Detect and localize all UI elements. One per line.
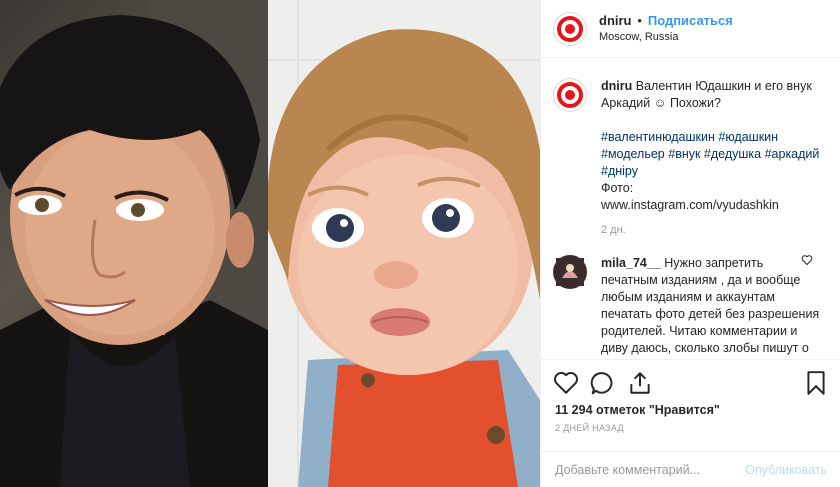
location-link[interactable]: Moscow, Russia bbox=[599, 29, 733, 45]
header-username[interactable]: dniru bbox=[599, 13, 632, 28]
child-portrait-illustration bbox=[268, 0, 540, 487]
post-side-panel: dniru • Подписаться Moscow, Russia dniru… bbox=[540, 0, 840, 487]
comments-list[interactable]: dniru Валентин Юдашкин и его внук Аркади… bbox=[541, 59, 840, 359]
target-logo-icon bbox=[557, 15, 583, 42]
avatar[interactable] bbox=[553, 11, 587, 46]
photo-credit-url: www.instagram.com/vyudashkin bbox=[601, 198, 779, 212]
comment-item: mila_74__ Нужно запретить печатным издан… bbox=[541, 255, 840, 357]
post-photo[interactable] bbox=[0, 0, 540, 487]
header-text: dniru • Подписаться Moscow, Russia bbox=[599, 12, 733, 45]
caption-text: Валентин Юдашкин и его внук Аркадий ☺ По… bbox=[601, 79, 812, 110]
publish-button[interactable]: Опубликовать bbox=[745, 463, 827, 477]
caption-body: dniru Валентин Юдашкин и его внук Аркади… bbox=[601, 78, 821, 239]
action-icons bbox=[553, 370, 829, 396]
follow-button[interactable]: Подписаться bbox=[648, 13, 733, 28]
avatar[interactable] bbox=[553, 255, 587, 289]
caption-username[interactable]: dniru bbox=[601, 79, 632, 93]
photo-credit-label: Фото: bbox=[601, 181, 634, 195]
man-portrait-illustration bbox=[0, 0, 268, 487]
avatar[interactable] bbox=[553, 78, 587, 112]
comment-bubble-icon[interactable] bbox=[590, 370, 616, 396]
comment-body: mila_74__ Нужно запретить печатным издан… bbox=[601, 255, 821, 357]
bookmark-icon[interactable] bbox=[805, 370, 827, 396]
share-icon[interactable] bbox=[627, 370, 653, 396]
separator-dot: • bbox=[637, 13, 642, 28]
comment-username[interactable]: mila_74__ bbox=[601, 256, 661, 270]
like-heart-icon[interactable] bbox=[553, 370, 579, 396]
target-logo-icon bbox=[557, 82, 583, 108]
comment-like-heart-icon[interactable] bbox=[801, 254, 813, 266]
caption-time[interactable]: 2 дн. bbox=[601, 222, 821, 239]
comment-input[interactable] bbox=[555, 460, 745, 480]
user-photo-icon bbox=[556, 258, 584, 286]
photo-left-man bbox=[0, 0, 268, 487]
caption-item: dniru Валентин Юдашкин и его внук Аркади… bbox=[541, 78, 840, 239]
comment-text: Нужно запретить печатным изданиям , да и… bbox=[601, 256, 820, 355]
post-header: dniru • Подписаться Moscow, Russia bbox=[541, 0, 840, 58]
posted-time[interactable]: 2 ДНЕЙ НАЗАД bbox=[555, 423, 624, 433]
likes-count[interactable]: 11 294 отметок "Нравится" bbox=[555, 403, 720, 417]
photo-right-child bbox=[268, 0, 540, 487]
add-comment-bar: Опубликовать bbox=[541, 451, 840, 487]
caption-hashtags[interactable]: #валентинюдашкин #юдашкин #модельер #вну… bbox=[601, 129, 821, 180]
